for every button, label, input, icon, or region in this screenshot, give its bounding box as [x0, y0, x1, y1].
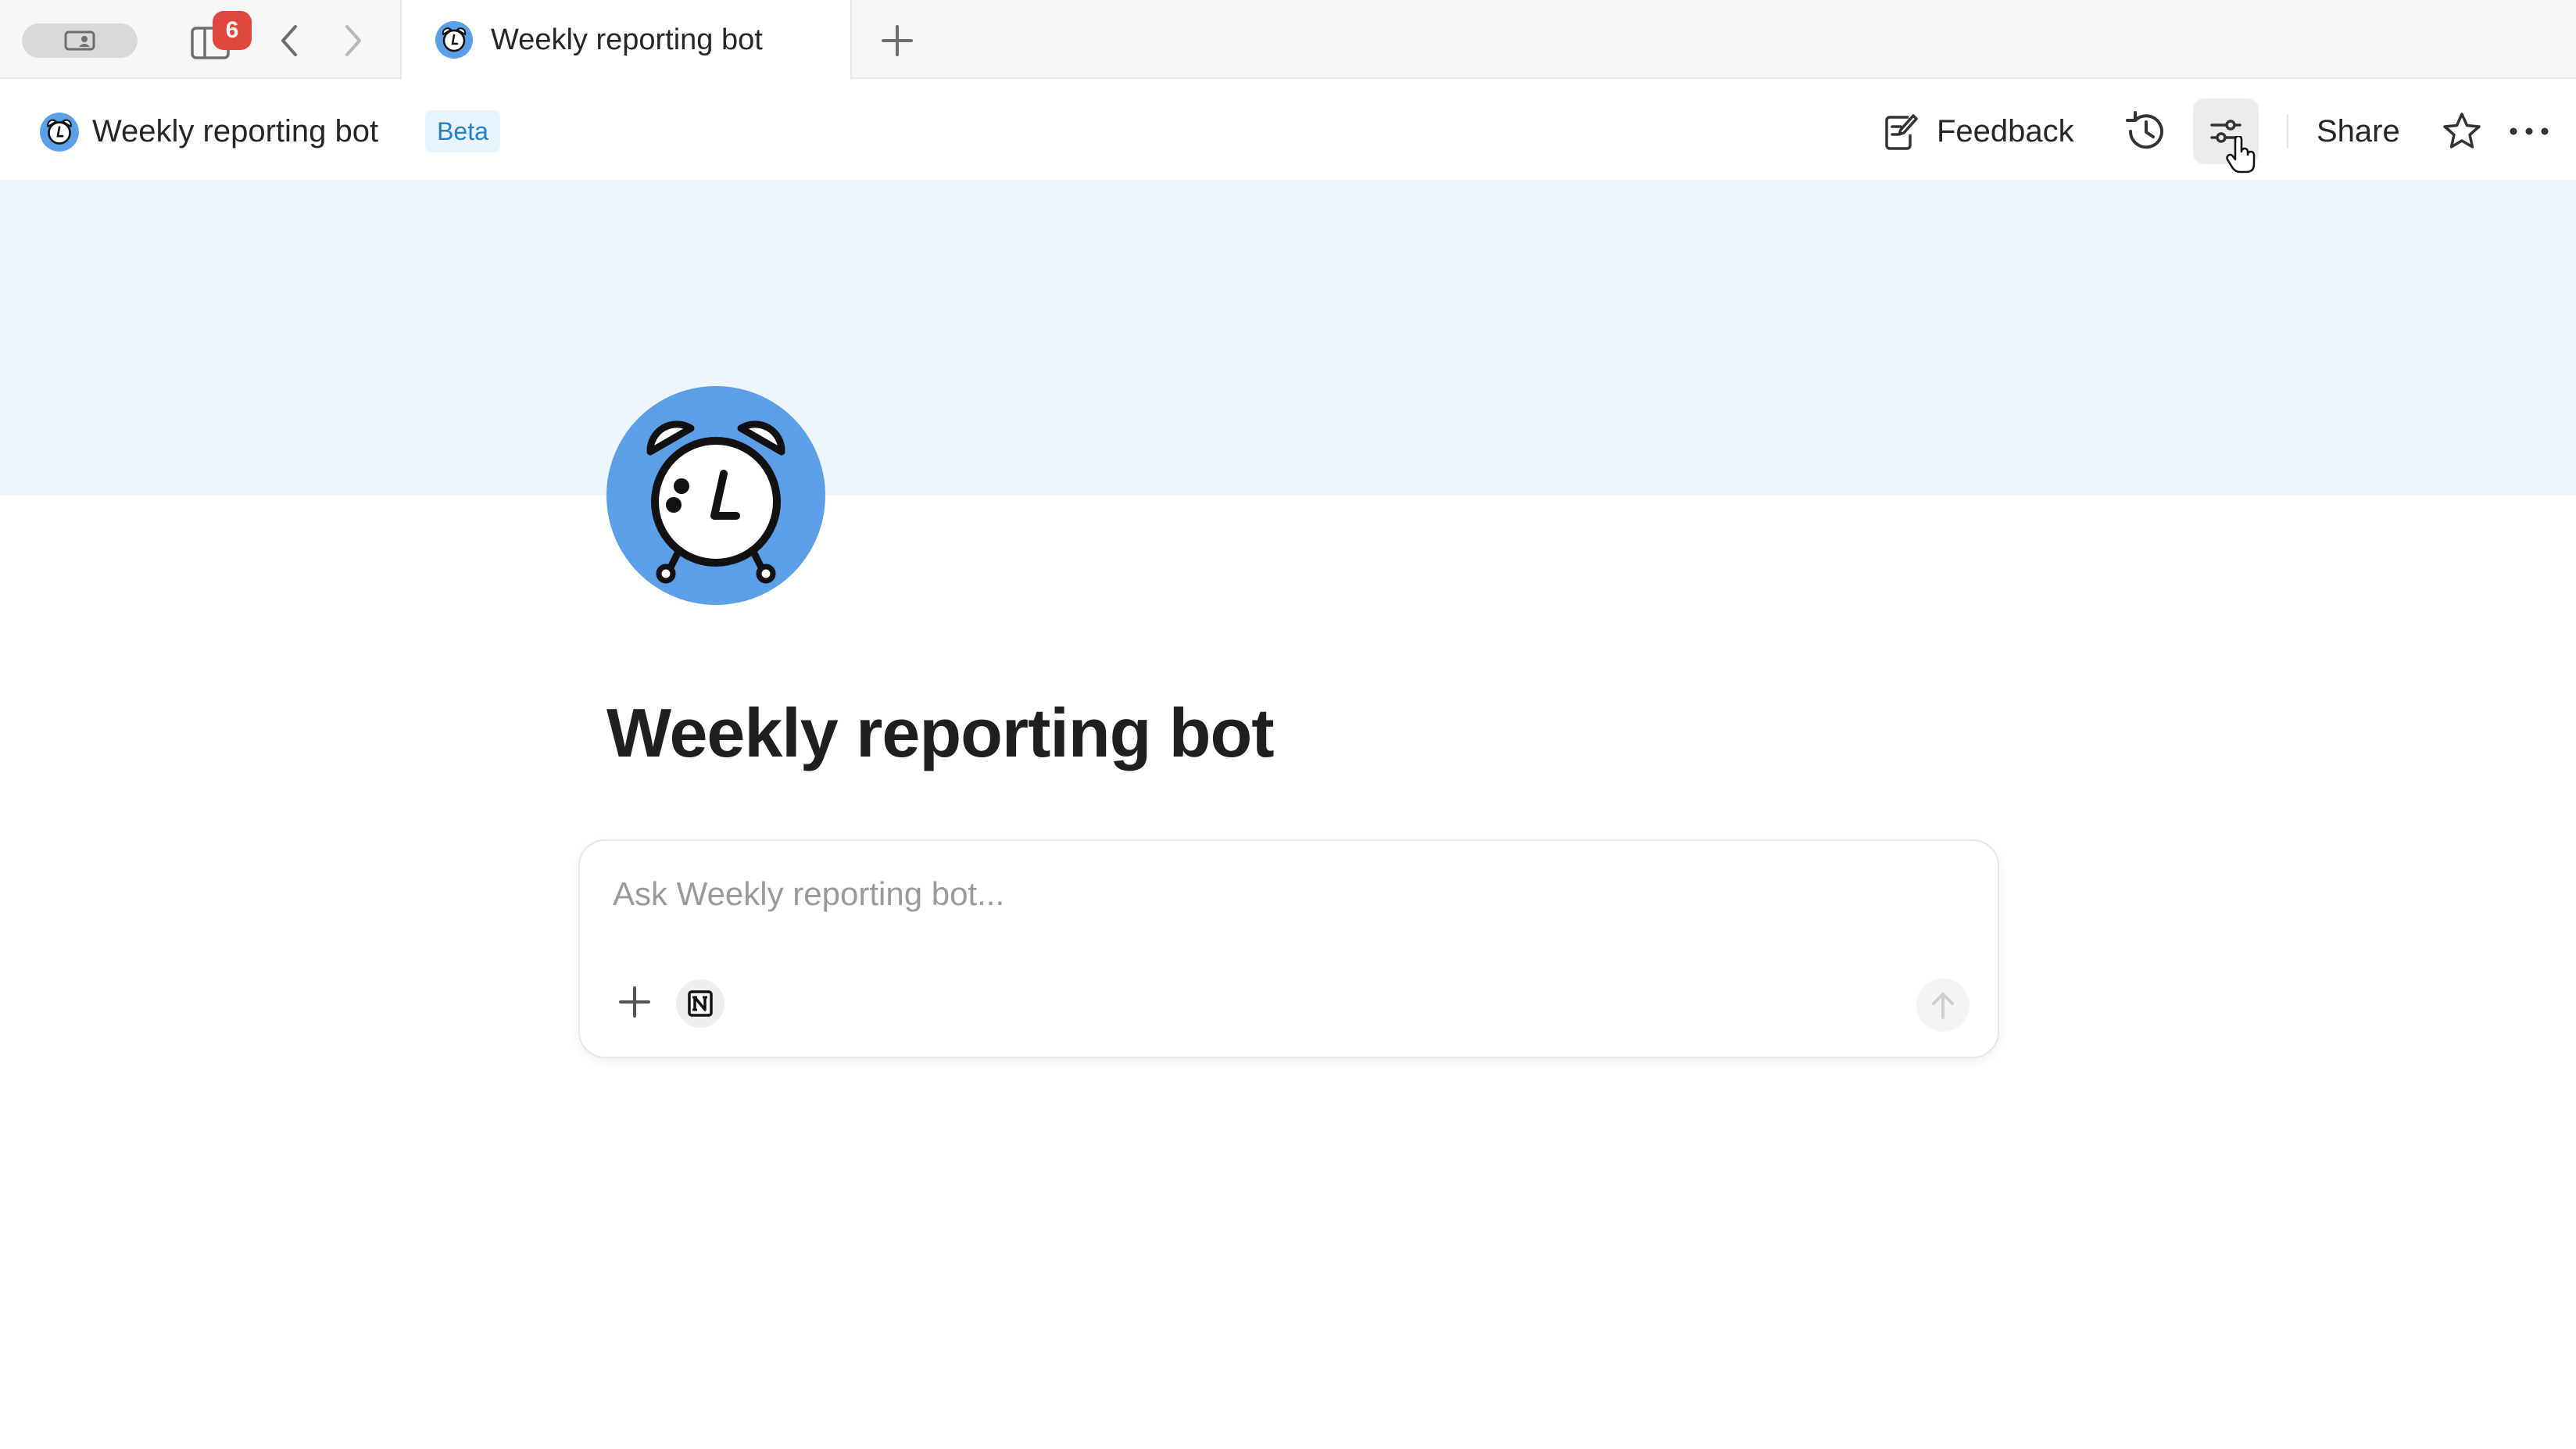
- back-button[interactable]: [272, 20, 306, 61]
- browser-tab-strip: 6 Weekly reporting bot: [0, 0, 2576, 80]
- notion-logo-icon: [676, 979, 724, 1028]
- favorite-button[interactable]: [2437, 106, 2487, 156]
- arrow-up-icon: [1932, 993, 1954, 1019]
- customize-button[interactable]: [2193, 98, 2259, 174]
- beta-badge: Beta: [425, 110, 500, 152]
- active-tab[interactable]: Weekly reporting bot: [400, 0, 852, 80]
- notion-source-button[interactable]: [675, 979, 725, 1029]
- tab-title: Weekly reporting bot: [491, 23, 763, 56]
- send-button[interactable]: [1916, 979, 1970, 1032]
- header-divider: [2287, 114, 2288, 148]
- star-icon: [2443, 113, 2481, 148]
- page-title[interactable]: Weekly reporting bot: [606, 686, 1275, 780]
- alarm-clock-icon: [435, 21, 473, 59]
- share-button[interactable]: Share: [2317, 111, 2400, 152]
- new-tab-button[interactable]: [877, 20, 918, 61]
- plus-icon: [619, 986, 650, 1018]
- alarm-clock-icon: [40, 113, 79, 152]
- attach-button[interactable]: [611, 979, 658, 1025]
- profile-switcher[interactable]: [22, 23, 138, 58]
- page-cover: [0, 180, 2576, 496]
- tab-count-badge: 6: [213, 11, 252, 50]
- more-button[interactable]: [2504, 106, 2554, 156]
- plus-icon: [882, 25, 913, 56]
- chevron-left-icon: [281, 25, 297, 56]
- feedback-label: Feedback: [1937, 113, 2074, 148]
- breadcrumb-page-title[interactable]: Weekly reporting bot: [92, 111, 378, 152]
- history-button[interactable]: [2120, 105, 2173, 158]
- alarm-clock-icon[interactable]: [606, 386, 825, 605]
- history-clock-icon: [2126, 111, 2163, 149]
- chat-composer: [578, 839, 1999, 1058]
- more-dots-icon: [2510, 127, 2549, 135]
- chevron-right-icon: [345, 25, 361, 56]
- feedback-button[interactable]: Feedback: [1876, 106, 2080, 156]
- feedback-edit-icon: [1885, 114, 1918, 150]
- profile-card-icon: [64, 30, 95, 51]
- chat-input[interactable]: [613, 871, 1863, 918]
- forward-button[interactable]: [336, 20, 370, 61]
- hand-cursor-icon: [2226, 136, 2256, 174]
